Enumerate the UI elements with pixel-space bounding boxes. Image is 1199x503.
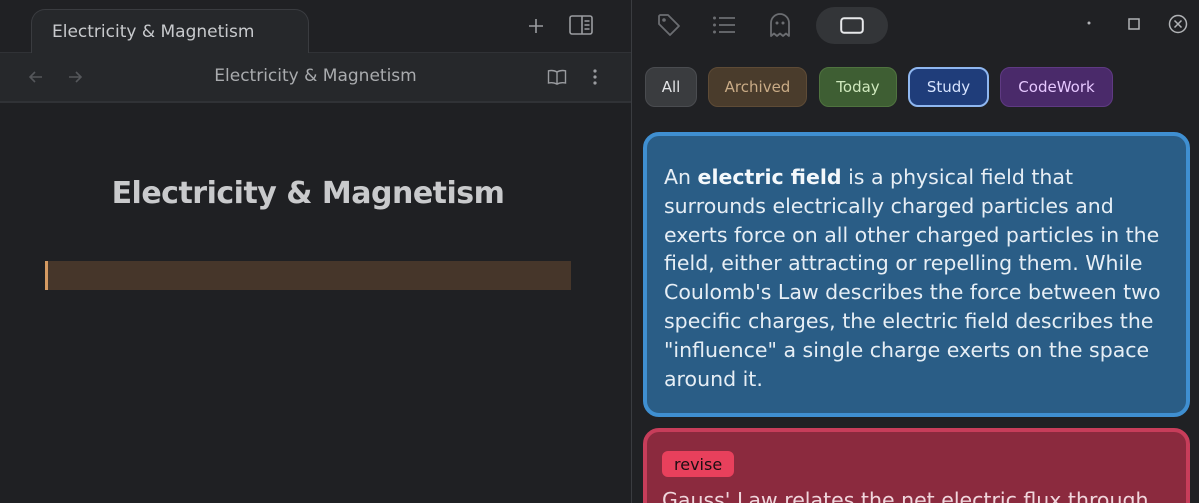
note-text-rest: is a physical field that surrounds elect… bbox=[664, 165, 1161, 391]
tab-strip: Electricity & Magnetism bbox=[0, 0, 631, 54]
tag-icon[interactable] bbox=[654, 10, 684, 40]
filter-archived[interactable]: Archived bbox=[708, 67, 807, 107]
list-icon[interactable] bbox=[710, 11, 738, 39]
nav-bar: Electricity & Magnetism bbox=[0, 53, 631, 103]
ghost-icon[interactable] bbox=[766, 10, 794, 40]
sidebar-icon[interactable] bbox=[568, 14, 594, 36]
filter-today[interactable]: Today bbox=[819, 67, 897, 107]
maximize-icon[interactable] bbox=[1126, 16, 1142, 32]
browser-pane: Electricity & Magnetism Electricity & Ma… bbox=[0, 0, 631, 503]
filter-codework[interactable]: CodeWork bbox=[1000, 67, 1113, 107]
minimize-icon[interactable] bbox=[1084, 18, 1094, 28]
page-title: Electricity & Magnetism bbox=[214, 66, 417, 86]
reader-icon[interactable] bbox=[546, 68, 568, 86]
note-text: An electric field is a physical field th… bbox=[664, 163, 1179, 393]
app-window: Electricity & Magnetism Electricity & Ma… bbox=[0, 0, 1199, 503]
tab-title: Electricity & Magnetism bbox=[52, 22, 255, 42]
document-title: Electricity & Magnetism bbox=[111, 176, 505, 211]
view-toggle-active[interactable] bbox=[816, 7, 888, 44]
note-bold-term: electric field bbox=[697, 165, 842, 189]
card-view-icon bbox=[840, 16, 864, 35]
note-text-start: An bbox=[664, 165, 698, 189]
filter-all[interactable]: All bbox=[645, 67, 697, 107]
notes-panel: All Archived Today Study CodeWork An ele… bbox=[632, 0, 1199, 503]
plus-icon[interactable] bbox=[526, 16, 546, 36]
revise-tag[interactable]: revise bbox=[662, 451, 735, 477]
note-card[interactable]: An electric field is a physical field th… bbox=[643, 132, 1190, 417]
filter-study[interactable]: Study bbox=[908, 67, 989, 107]
browser-tab[interactable]: Electricity & Magnetism bbox=[31, 9, 309, 54]
close-icon[interactable] bbox=[1167, 13, 1189, 35]
more-vert-icon[interactable] bbox=[586, 67, 604, 87]
note-card[interactable]: revise Gauss' Law relates the net electr… bbox=[643, 428, 1190, 503]
highlight-block bbox=[45, 261, 571, 290]
note-text: Gauss' Law relates the net electric flux… bbox=[662, 488, 1149, 503]
